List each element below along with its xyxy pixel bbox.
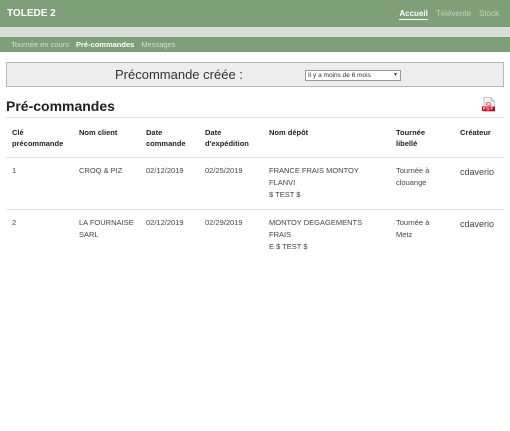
column-header-tour[interactable]: Tournée libellé <box>390 117 454 158</box>
column-header-depot[interactable]: Nom dépôt <box>263 117 390 158</box>
page-title: Pré-commandes <box>6 98 115 114</box>
header-divider <box>0 27 510 37</box>
nav-accueil[interactable]: Accueil <box>399 9 428 20</box>
app-brand[interactable]: TOLEDE 2 <box>7 8 56 19</box>
cell-depot: FRANCE FRAIS MONTOY FLANVI $ TEST $ <box>263 157 390 210</box>
sub-nav: Tournée en cours Pré-commandes Messages <box>11 40 176 49</box>
pdf-icon[interactable] <box>482 97 496 112</box>
column-header-key[interactable]: Clé précommande <box>6 117 73 158</box>
top-navbar: TOLEDE 2 Accueil Télévente Stock <box>0 0 510 27</box>
cell-key: 2 <box>6 209 73 261</box>
cell-client: LA FOURNAISE SARL <box>73 209 140 261</box>
subnav-tournee-en-cours[interactable]: Tournée en cours <box>11 40 69 49</box>
cell-client: CROQ & PIZ <box>73 157 140 210</box>
precommandes-table: Clé précommande Nom client Date commande D… <box>6 117 504 261</box>
nav-stock[interactable]: Stock <box>479 9 499 20</box>
cell-tour: Tournée à clouange <box>390 157 454 210</box>
top-nav: Accueil Télévente Stock <box>399 9 499 20</box>
dropdown-arrow-icon: ▼ <box>393 72 398 78</box>
table-header-row: Clé précommande Nom client Date commande D… <box>6 117 504 158</box>
cell-creator: cdaverio <box>454 209 504 261</box>
cell-depot: MONTOY DEGAGEMENTS FRAIS E $ TEST $ <box>263 209 390 261</box>
filter-panel: Précommande créée : Il y a moins de 6 mo… <box>6 62 504 87</box>
column-header-ship-date[interactable]: Date d'expédition <box>199 117 263 158</box>
cell-creator: cdaverio <box>454 157 504 210</box>
cell-order-date: 02/12/2019 <box>140 209 199 261</box>
cell-ship-date: 02/29/2019 <box>199 209 263 261</box>
period-select-value: Il y a moins de 6 mois <box>308 72 371 79</box>
column-header-creator[interactable]: Créateur <box>454 117 504 158</box>
filter-label: Précommande créée : <box>115 67 243 82</box>
sub-navbar: Tournée en cours Pré-commandes Messages <box>0 37 510 52</box>
column-header-client[interactable]: Nom client <box>73 117 140 158</box>
table-row[interactable]: 2 LA FOURNAISE SARL 02/12/2019 02/29/2019… <box>6 209 504 261</box>
table-row[interactable]: 1 CROQ & PIZ 02/12/2019 02/25/2019 FRANC… <box>6 157 504 210</box>
subnav-pre-commandes[interactable]: Pré-commandes <box>76 40 134 49</box>
subnav-messages[interactable]: Messages <box>141 40 175 49</box>
period-select[interactable]: Il y a moins de 6 mois ▼ <box>305 70 401 81</box>
cell-order-date: 02/12/2019 <box>140 157 199 210</box>
nav-televente[interactable]: Télévente <box>436 9 471 20</box>
cell-tour: Tournée à Metz <box>390 209 454 261</box>
cell-key: 1 <box>6 157 73 210</box>
cell-ship-date: 02/25/2019 <box>199 157 263 210</box>
column-header-order-date[interactable]: Date commande <box>140 117 199 158</box>
